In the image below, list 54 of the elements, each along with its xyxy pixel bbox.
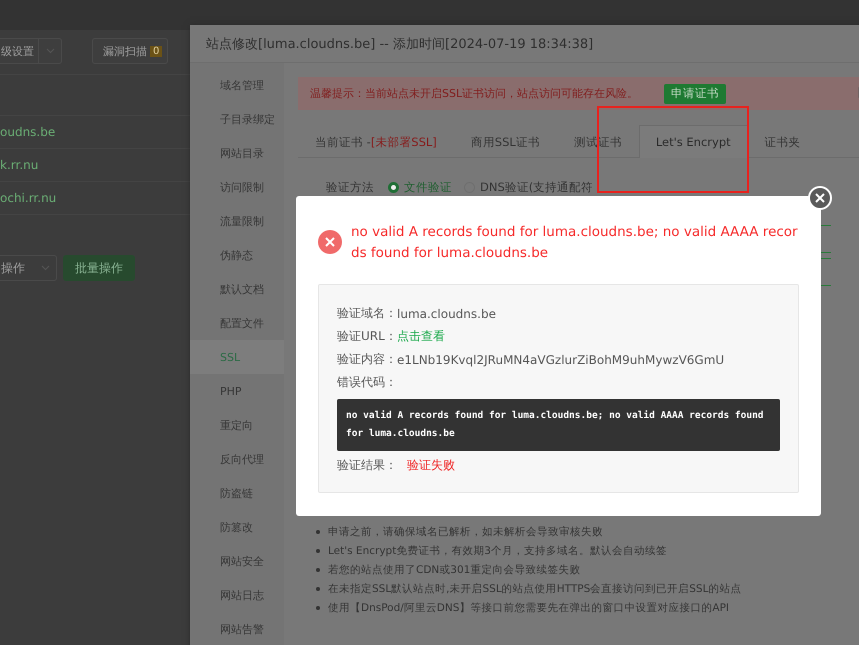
sidebar-item[interactable]: 网站日志 [190, 578, 284, 612]
sidebar-item[interactable]: 防盗链 [190, 476, 284, 510]
sidebar-item[interactable]: 重定向 [190, 408, 284, 442]
sidebar-item[interactable]: 网站安全 [190, 544, 284, 578]
sidebar-item[interactable]: PHP [190, 374, 284, 408]
field-label: 验证结果： [337, 457, 397, 474]
field-label: 验证域名： [337, 305, 397, 322]
site-link[interactable]: ochi.rr.nu [0, 191, 56, 205]
tab[interactable]: 测试证书 [556, 125, 639, 158]
window-title: 站点修改[luma.cloudns.be] -- 添加时间[2024-07-19 18:34:38] [206, 36, 594, 52]
error-code-block: no valid A records found for luma.cloudns.be; no valid AAAA records found for luma.cloudns.be [337, 399, 780, 451]
sidebar-item[interactable]: 反向代理 [190, 442, 284, 476]
field-value: luma.cloudns.be [397, 306, 496, 320]
caret-icon [41, 265, 50, 271]
field-label: 验证URL： [337, 328, 397, 345]
view-link[interactable]: 点击查看 [396, 328, 445, 345]
note-text: 在未指定SSL默认站点时,未开启SSL的站点使用HTTPS会直接访问到已开启SSL的站点 [328, 582, 742, 596]
sidebar-item[interactable]: 网站告警 [190, 612, 284, 645]
tab[interactable]: 商用SSL证书 [454, 125, 557, 158]
sidebar-item[interactable]: 防篡改 [190, 510, 284, 544]
site-link[interactable]: oudns.be [0, 125, 56, 139]
field-value: e1LNb19Kvql2JRuMN4aVGzlurZiBohM9uhMywzV6GmU [397, 352, 724, 366]
note-text: 申请之前，请确保域名已解析，如未解析会导致审核失败 [328, 525, 603, 539]
note-text: 使用【DnsPod/阿里云DNS】等接口前您需要先在弹出的窗口中设置对应接口的API [328, 601, 730, 615]
sidebar-item[interactable]: 默认文档 [190, 272, 284, 306]
sidebar-item[interactable]: 伪静态 [190, 238, 284, 272]
apply-certificate-button[interactable]: 申请证书 [664, 84, 726, 104]
sidebar-item[interactable]: SSL [190, 340, 284, 374]
radio-option[interactable]: DNS验证(支持通配符 [464, 180, 594, 195]
scan-button[interactable]: 漏洞扫描 0 [92, 38, 168, 64]
field-label: 验证内容： [337, 351, 397, 368]
count-badge: 0 [150, 46, 162, 56]
warning-text: 温馨提示：当前站点未开启SSL证书访问，站点访问可能存在风险。 [310, 86, 640, 101]
note-text: Let's Encrypt免费证书，有效期3个月，支持多域名。默认会自动续签 [328, 544, 667, 558]
result-value: 验证失败 [407, 457, 455, 474]
tab[interactable]: Let's Encrypt [638, 125, 748, 158]
sidebar-item[interactable]: 网站目录 [190, 136, 284, 170]
settings-dropdown[interactable]: 级设置 [0, 38, 62, 64]
tab[interactable]: 当前证书 -[未部署SSL] [298, 125, 454, 158]
sidebar-item[interactable]: 访问限制 [190, 170, 284, 204]
sidebar-item[interactable]: 子目录绑定 [190, 102, 284, 136]
error-message: no valid A records found for luma.cloudns.be; no valid AAAA records found for luma.cloudns.be [351, 223, 799, 263]
error-icon [318, 230, 342, 254]
sidebar-item[interactable]: 域名管理 [190, 68, 284, 102]
tab[interactable]: 证书夹 [748, 125, 818, 158]
sidebar-item[interactable]: 流量限制 [190, 204, 284, 238]
batch-button[interactable]: 批量操作 [63, 255, 135, 281]
field-label: 错误代码： [337, 374, 397, 391]
verify-method-label: 验证方法 [326, 180, 374, 195]
site-link[interactable]: k.rr.nu [0, 158, 38, 172]
batch-select[interactable]: 操作 [0, 255, 57, 281]
sidebar-item[interactable]: 配置文件 [190, 306, 284, 340]
note-text: 若您的站点使用了CDN或301重定向会导致续签失败 [328, 563, 580, 577]
radio-option[interactable]: 文件验证 [388, 180, 452, 195]
